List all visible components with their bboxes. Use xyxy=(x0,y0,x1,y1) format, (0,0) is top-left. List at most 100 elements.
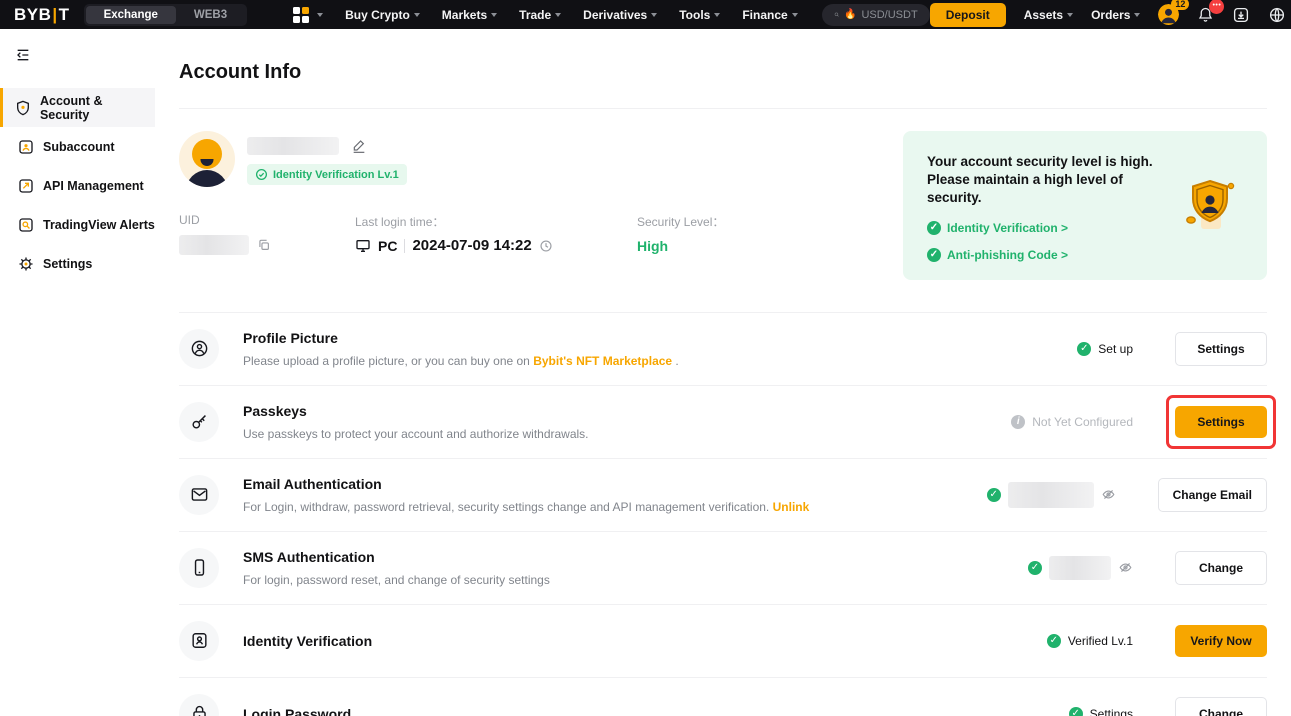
row-sms-authentication: SMS Authentication For login, password r… xyxy=(179,532,1267,605)
change-phone-button[interactable]: Change xyxy=(1175,551,1267,585)
account-avatar-menu[interactable]: 12 xyxy=(1158,4,1179,25)
toggle-phone-visibility-button[interactable] xyxy=(1118,560,1133,575)
nav-assets[interactable]: Assets xyxy=(1024,8,1073,22)
chevron-down-icon xyxy=(555,13,561,17)
shield-icon xyxy=(15,100,31,116)
last-login-time: 2024-07-09 14:22 xyxy=(412,237,531,254)
check-circle-icon: ✓ xyxy=(927,221,941,235)
security-card-text: Your account security level is high. Ple… xyxy=(927,153,1167,208)
collapse-sidebar-icon xyxy=(15,47,31,63)
row-title: Email Authentication xyxy=(243,476,936,492)
pencil-icon xyxy=(351,138,367,154)
bybit-logo[interactable]: BYB|T xyxy=(14,5,70,25)
row-login-password: Login Password ✓ Settings Change xyxy=(179,678,1267,716)
passkeys-settings-button[interactable]: Settings xyxy=(1175,406,1267,438)
nav-label: Tools xyxy=(679,8,710,22)
chevron-down-icon xyxy=(491,13,497,17)
email-redacted xyxy=(1008,482,1094,508)
nav-label: Trade xyxy=(519,8,551,22)
nav-finance[interactable]: Finance xyxy=(742,8,797,22)
row-title: Passkeys xyxy=(243,403,953,419)
anti-phishing-code-link[interactable]: ✓ Anti-phishing Code > xyxy=(927,248,1167,262)
edit-nickname-button[interactable] xyxy=(351,138,367,154)
chevron-down-icon xyxy=(714,13,720,17)
notification-dot-badge: ••• xyxy=(1209,0,1224,14)
tradingview-alerts-icon xyxy=(18,217,34,233)
page-title: Account Info xyxy=(179,29,1267,84)
collapse-sidebar-button[interactable] xyxy=(15,47,31,63)
sidebar-item-label: TradingView Alerts xyxy=(43,218,155,232)
sidebar-item-tradingview-alerts[interactable]: TradingView Alerts xyxy=(0,205,155,244)
name-block: Identity Verification Lv.1 xyxy=(247,131,407,186)
search-input[interactable]: 🔥 USD/USDT xyxy=(822,4,930,26)
security-card-line2: Please maintain a high level of security… xyxy=(927,171,1167,207)
identity-verification-link[interactable]: ✓ Identity Verification > xyxy=(927,221,1167,235)
last-login-label: Last login time： xyxy=(355,213,637,230)
change-password-button[interactable]: Change xyxy=(1175,697,1267,716)
tab-exchange[interactable]: Exchange xyxy=(86,6,176,24)
row-identity-verification: Identity Verification ✓ Verified Lv.1 Ve… xyxy=(179,605,1267,678)
toggle-email-visibility-button[interactable] xyxy=(1101,487,1116,502)
row-profile-picture: Profile Picture Please upload a profile … xyxy=(179,313,1267,386)
unlink-email-link[interactable]: Unlink xyxy=(773,500,810,514)
chevron-down-icon xyxy=(792,13,798,17)
uid-label: UID xyxy=(179,213,355,227)
row-description: For login, password reset, and change of… xyxy=(243,573,953,587)
nav-label: Derivatives xyxy=(583,8,647,22)
chevron-down-icon xyxy=(1134,13,1140,17)
row-status: ✓ xyxy=(953,556,1133,580)
uid-redacted xyxy=(179,235,249,255)
verify-now-button[interactable]: Verify Now xyxy=(1175,625,1267,657)
id-card-icon xyxy=(179,621,219,661)
profile-picture-settings-button[interactable]: Settings xyxy=(1175,332,1267,366)
phone-redacted xyxy=(1049,556,1111,580)
desc-text: Please upload a profile picture, or you … xyxy=(243,354,533,368)
profile-left: Identity Verification Lv.1 UID xyxy=(179,131,903,255)
nav-derivatives[interactable]: Derivatives xyxy=(583,8,657,22)
row-title: Login Password xyxy=(243,706,953,716)
username-redacted xyxy=(247,137,339,155)
apps-grid-icon xyxy=(293,7,309,23)
divider xyxy=(404,239,405,253)
deposit-button[interactable]: Deposit xyxy=(930,3,1006,27)
language-button[interactable] xyxy=(1268,6,1286,24)
sidebar-item-settings[interactable]: Settings xyxy=(0,244,155,283)
check-circle-icon: ✓ xyxy=(987,488,1001,502)
download-icon xyxy=(1232,6,1250,24)
nav-buy-crypto[interactable]: Buy Crypto xyxy=(345,8,420,22)
sidebar-item-api-management[interactable]: API Management xyxy=(0,166,155,205)
kyc-badge-label: Identity Verification Lv.1 xyxy=(273,169,399,181)
chevron-down-icon xyxy=(1067,13,1073,17)
nft-marketplace-link[interactable]: Bybit's NFT Marketplace xyxy=(533,354,672,368)
sidebar-item-account-security[interactable]: Account & Security xyxy=(0,88,155,127)
download-app-button[interactable] xyxy=(1232,6,1250,24)
chevron-down-icon xyxy=(414,13,420,17)
logo-orange-bar: | xyxy=(52,5,57,25)
status-text: Verified Lv.1 xyxy=(1068,634,1133,648)
email-icon xyxy=(179,475,219,515)
row-status: ✓ xyxy=(936,482,1116,508)
nav-markets[interactable]: Markets xyxy=(442,8,497,22)
check-circle-icon xyxy=(255,168,268,181)
notifications-button[interactable]: ••• xyxy=(1197,6,1214,23)
row-title: Profile Picture xyxy=(243,330,953,346)
copy-uid-button[interactable] xyxy=(257,238,271,252)
flame-icon: 🔥 xyxy=(844,9,856,20)
sidebar-item-subaccount[interactable]: Subaccount xyxy=(0,127,155,166)
nav-trade[interactable]: Trade xyxy=(519,8,561,22)
apps-menu[interactable] xyxy=(293,7,323,23)
change-email-button[interactable]: Change Email xyxy=(1158,478,1267,512)
tab-web3[interactable]: WEB3 xyxy=(176,6,245,24)
check-circle-icon: ✓ xyxy=(1077,342,1091,356)
nav-label: Buy Crypto xyxy=(345,8,410,22)
row-passkeys: Passkeys Use passkeys to protect your ac… xyxy=(179,386,1267,459)
nav-orders[interactable]: Orders xyxy=(1091,8,1140,22)
row-description: Please upload a profile picture, or you … xyxy=(243,354,953,368)
kyc-level-badge[interactable]: Identity Verification Lv.1 xyxy=(247,164,407,185)
nav-label: Markets xyxy=(442,8,487,22)
phone-icon xyxy=(179,548,219,588)
api-icon xyxy=(18,178,34,194)
nav-tools[interactable]: Tools xyxy=(679,8,720,22)
account-meta-row: UID Last login time： PC xyxy=(179,213,903,255)
row-email-authentication: Email Authentication For Login, withdraw… xyxy=(179,459,1267,532)
